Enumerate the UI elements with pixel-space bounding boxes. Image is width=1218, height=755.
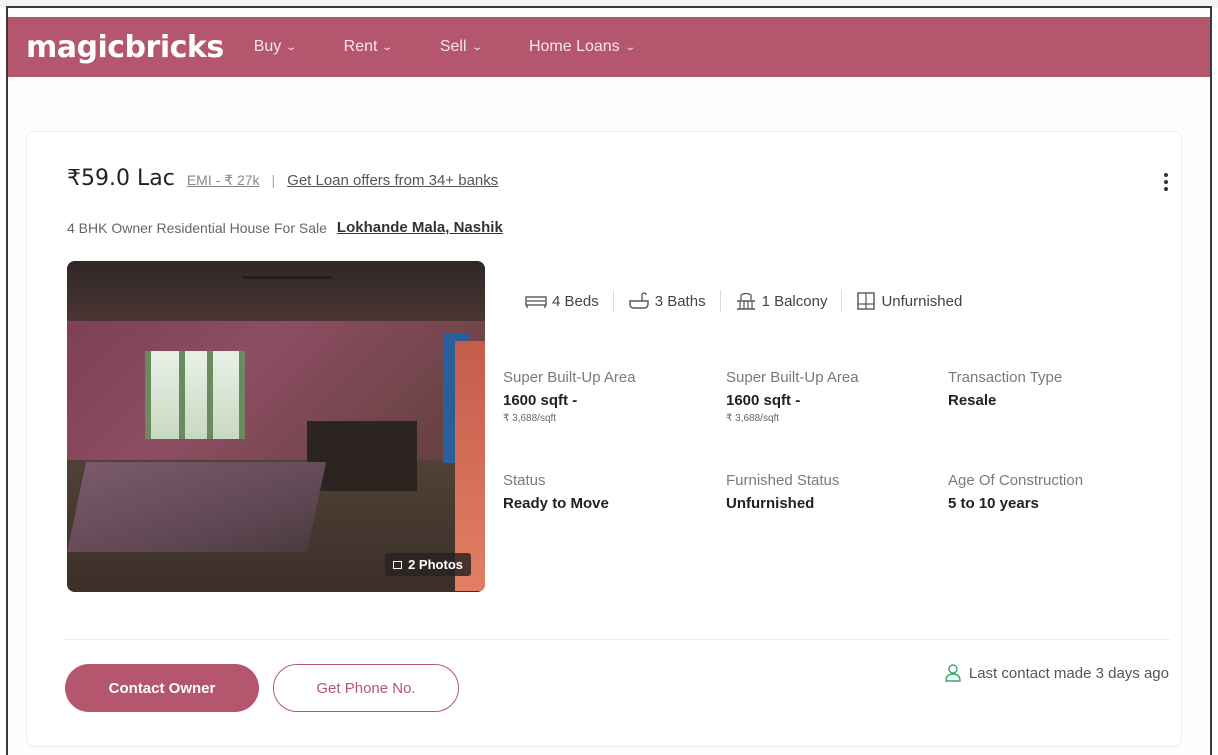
detail-furnished-status: Furnished Status Unfurnished	[726, 472, 936, 512]
loan-offers-link[interactable]: Get Loan offers from 34+ banks	[287, 172, 498, 189]
last-contact-info: Last contact made 3 days ago	[945, 664, 1169, 682]
detail-label: Age Of Construction	[948, 472, 1084, 489]
amenity-beds: 4 Beds	[525, 293, 599, 310]
card-divider	[65, 639, 1170, 640]
amenity-balcony: 1 Balcony	[735, 292, 828, 310]
amenity-label: 3 Baths	[654, 292, 706, 310]
contact-owner-button[interactable]: Contact Owner	[65, 664, 259, 712]
nav-label: Buy	[253, 38, 282, 55]
amenity-label: 4 Beds	[552, 292, 599, 310]
bath-icon	[629, 292, 649, 309]
bed-icon	[525, 296, 547, 308]
property-price: ₹59.0 Lac	[67, 166, 175, 191]
price-separator: |	[271, 172, 276, 188]
property-title: 4 BHK Owner Residential House For Sale	[67, 219, 327, 236]
detail-value: 5 to 10 years	[948, 495, 1039, 512]
detail-super-built-up-area-2: Super Built-Up Area 1600 sqft - ₹ 3,688/…	[726, 369, 936, 424]
detail-subvalue: ₹ 3,688/sqft	[726, 413, 780, 424]
nav-label: Home Loans	[528, 38, 620, 55]
chevron-down-icon: ⌄	[381, 41, 394, 53]
top-navbar: magicbricks Buy ⌄ Rent ⌄ Sell ⌄ Home Loa…	[8, 17, 1210, 77]
detail-label: Furnished Status	[726, 472, 840, 489]
detail-label: Super Built-Up Area	[726, 369, 859, 386]
detail-label: Super Built-Up Area	[503, 369, 636, 386]
photo-count-label: 2 Photos	[408, 557, 463, 572]
nav-label: Sell	[439, 38, 467, 55]
detail-age-of-construction: Age Of Construction 5 to 10 years	[948, 472, 1158, 512]
amenity-divider	[612, 290, 614, 312]
detail-label: Transaction Type	[948, 369, 1063, 386]
furniture-icon	[857, 292, 876, 310]
amenity-baths: 3 Baths	[628, 292, 706, 310]
amenities-row: 4 Beds 3 Baths 1 Balcony Unfurnished	[525, 290, 962, 312]
property-card[interactable]: ₹59.0 Lac EMI - ₹ 27k | Get Loan offers …	[26, 131, 1182, 747]
photo-icon	[393, 560, 403, 569]
detail-status: Status Ready to Move	[503, 472, 713, 512]
nav-item-rent[interactable]: Rent ⌄	[343, 38, 394, 56]
user-icon	[945, 664, 961, 682]
detail-value: Resale	[948, 392, 997, 409]
chevron-down-icon: ⌄	[285, 41, 298, 53]
chevron-down-icon: ⌄	[623, 41, 636, 53]
chevron-down-icon: ⌄	[470, 41, 483, 53]
detail-subvalue: ₹ 3,688/sqft	[503, 413, 557, 424]
detail-value: Ready to Move	[503, 495, 609, 512]
site-logo[interactable]: magicbricks	[26, 30, 224, 65]
nav-item-buy[interactable]: Buy ⌄	[253, 38, 298, 56]
amenity-divider	[719, 290, 721, 312]
amenity-divider	[841, 290, 843, 312]
last-contact-text: Last contact made 3 days ago	[968, 664, 1169, 682]
nav-item-sell[interactable]: Sell ⌄	[439, 38, 483, 56]
nav-item-home-loans[interactable]: Home Loans ⌄	[528, 38, 636, 56]
amenity-label: Unfurnished	[881, 292, 963, 310]
photo-count-badge[interactable]: 2 Photos	[385, 553, 471, 576]
property-photo[interactable]: 2 Photos	[67, 261, 485, 592]
detail-value: 1600 sqft -	[726, 392, 801, 409]
balcony-icon	[736, 292, 755, 310]
detail-transaction-type: Transaction Type Resale	[948, 369, 1158, 409]
amenity-furnishing: Unfurnished	[856, 292, 962, 310]
detail-value: Unfurnished	[726, 495, 815, 512]
amenity-label: 1 Balcony	[761, 292, 828, 310]
more-options-icon[interactable]	[1161, 170, 1171, 194]
location-link[interactable]: Lokhande Mala, Nashik	[337, 219, 503, 236]
detail-value: 1600 sqft -	[503, 392, 578, 409]
price-row: ₹59.0 Lac EMI - ₹ 27k | Get Loan offers …	[67, 166, 498, 191]
get-phone-button[interactable]: Get Phone No.	[273, 664, 459, 712]
detail-super-built-up-area: Super Built-Up Area 1600 sqft - ₹ 3,688/…	[503, 369, 713, 424]
nav-label: Rent	[343, 38, 378, 55]
property-subtitle: 4 BHK Owner Residential House For Sale L…	[67, 219, 503, 236]
emi-link[interactable]: EMI - ₹ 27k	[187, 172, 260, 189]
detail-label: Status	[503, 472, 546, 489]
